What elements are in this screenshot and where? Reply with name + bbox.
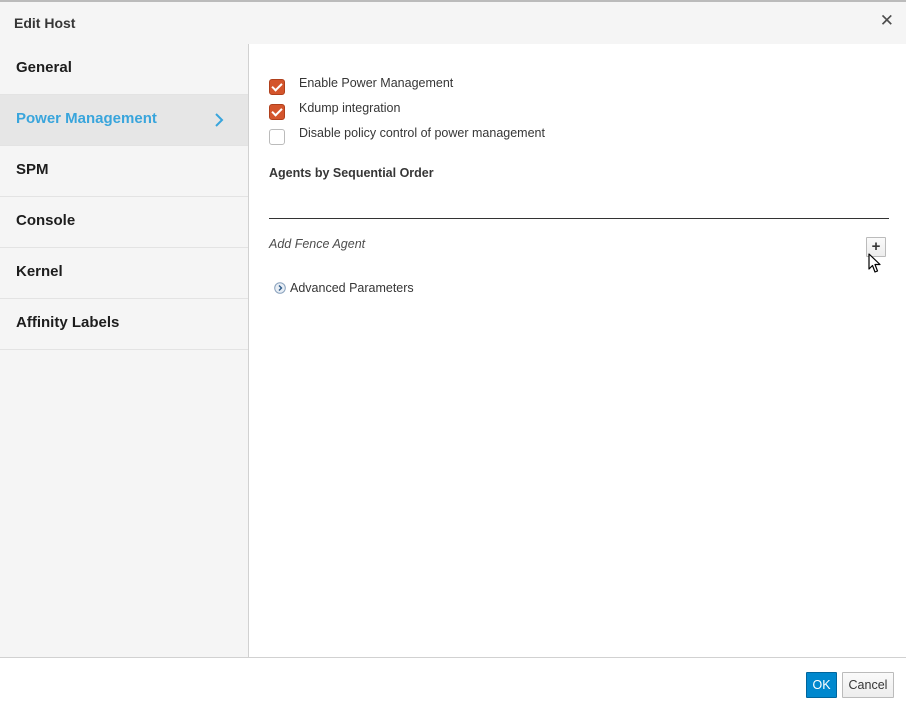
sidebar-item-affinity-labels[interactable]: Affinity Labels	[0, 299, 248, 350]
advanced-parameters-toggle[interactable]: Advanced Parameters	[274, 281, 414, 295]
sidebar-item-label: Affinity Labels	[16, 314, 120, 331]
kdump-integration-checkbox[interactable]	[269, 104, 285, 120]
dialog-footer: OK Cancel	[0, 657, 906, 713]
sidebar-item-label: Power Management	[16, 110, 157, 127]
close-icon[interactable]: ✕	[880, 12, 894, 29]
enable-power-management-checkbox[interactable]	[269, 79, 285, 95]
disable-policy-control-row[interactable]: Disable policy control of power manageme…	[269, 126, 545, 147]
enable-power-management-row[interactable]: Enable Power Management	[269, 76, 454, 97]
advanced-parameters-label: Advanced Parameters	[290, 281, 414, 295]
checkbox-label: Kdump integration	[299, 101, 401, 115]
sidebar-item-console[interactable]: Console	[0, 197, 248, 248]
sidebar: General Power Management SPM Console Ker…	[0, 44, 249, 657]
checkbox-label: Disable policy control of power manageme…	[299, 126, 545, 140]
kdump-integration-row[interactable]: Kdump integration	[269, 101, 401, 122]
cancel-button[interactable]: Cancel	[842, 672, 894, 698]
divider	[269, 218, 889, 219]
ok-button[interactable]: OK	[806, 672, 837, 698]
sidebar-item-kernel[interactable]: Kernel	[0, 248, 248, 299]
agents-section-title: Agents by Sequential Order	[269, 166, 434, 180]
disable-policy-control-checkbox[interactable]	[269, 129, 285, 145]
sidebar-item-label: SPM	[16, 161, 49, 178]
chevron-right-icon	[215, 113, 224, 127]
power-management-panel: Enable Power Management Kdump integratio…	[249, 44, 906, 657]
dialog-title: Edit Host	[14, 15, 76, 31]
checkbox-label: Enable Power Management	[299, 76, 454, 90]
sidebar-item-general[interactable]: General	[0, 44, 248, 95]
mouse-cursor-icon	[868, 253, 881, 273]
dialog-header: Edit Host ✕	[0, 0, 906, 44]
sidebar-item-label: General	[16, 59, 72, 76]
sidebar-item-spm[interactable]: SPM	[0, 146, 248, 197]
sidebar-item-power-management[interactable]: Power Management	[0, 95, 248, 146]
sidebar-item-label: Kernel	[16, 263, 63, 280]
expand-icon	[274, 282, 286, 294]
add-fence-agent-label: Add Fence Agent	[269, 237, 366, 251]
sidebar-item-label: Console	[16, 212, 76, 229]
